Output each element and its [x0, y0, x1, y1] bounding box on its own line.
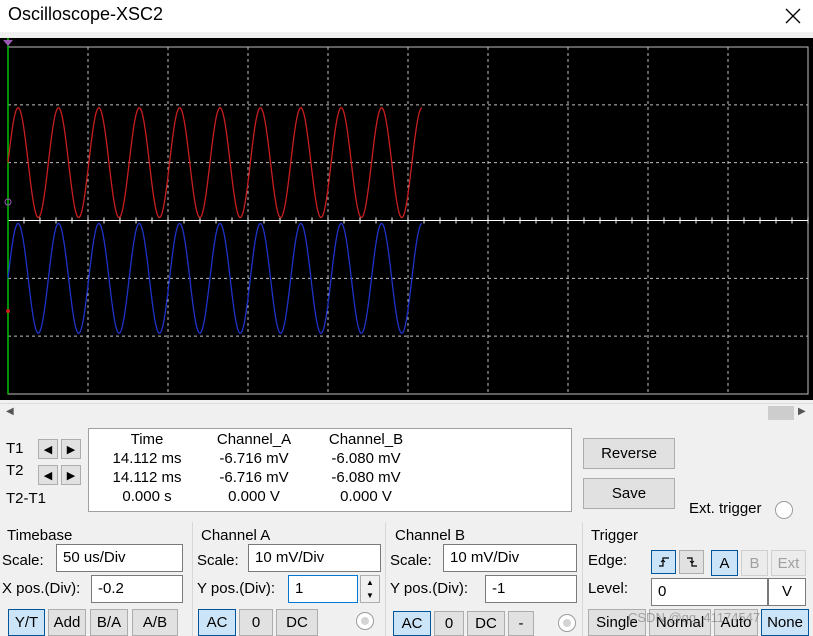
divider: [582, 522, 583, 636]
reverse-button[interactable]: Reverse: [583, 438, 675, 469]
scroll-left-icon[interactable]: ◀: [6, 406, 14, 417]
trigger-level-field[interactable]: 0: [651, 578, 768, 606]
trigger-source-ext-button[interactable]: Ext: [771, 550, 806, 576]
falling-edge-icon: [686, 557, 697, 567]
scroll-right-icon[interactable]: ▶: [798, 406, 806, 417]
channel-b-dc-button[interactable]: DC: [467, 611, 505, 636]
trigger-level-unit[interactable]: V: [768, 578, 806, 606]
spin-up-icon[interactable]: ▲: [361, 576, 379, 589]
mode-ab-button[interactable]: A/B: [132, 609, 178, 636]
falling-edge-button[interactable]: [679, 550, 704, 574]
channel-b-radio[interactable]: [558, 614, 576, 632]
timebase-xpos-field[interactable]: -0.2: [91, 575, 183, 603]
mode-yt-button[interactable]: Y/T: [8, 609, 45, 636]
delta-channel-a: 0.000 V: [228, 488, 280, 505]
channel-b-ypos-field[interactable]: -1: [485, 575, 577, 603]
channel-a-radio[interactable]: [356, 612, 374, 630]
trigger-normal-button[interactable]: Normal: [649, 609, 711, 636]
timebase-scale-label: Scale:: [2, 552, 44, 569]
trigger-source-b-button[interactable]: B: [741, 550, 768, 576]
t2-t1-label: T2-T1: [6, 490, 47, 507]
ext-trigger-label: Ext. trigger: [689, 500, 762, 517]
rising-edge-button[interactable]: [651, 550, 676, 574]
t2-channel-b: -6.080 mV: [331, 469, 401, 486]
rising-edge-icon: [658, 557, 669, 567]
divider: [192, 522, 193, 636]
channel-b-scale-label: Scale:: [390, 552, 432, 569]
channel-a-scale-label: Scale:: [197, 552, 239, 569]
divider: [385, 522, 386, 636]
trigger-none-button[interactable]: None: [761, 609, 809, 636]
t2-label: T2: [6, 462, 24, 479]
trigger-edge-label: Edge:: [588, 552, 628, 569]
channel-a-dc-button[interactable]: DC: [276, 609, 318, 636]
channel-b-marker: [6, 309, 10, 313]
channel-a-ac-button[interactable]: AC: [198, 609, 236, 636]
mode-add-button[interactable]: Add: [48, 609, 86, 636]
measurement-readout: Time Channel_A Channel_B 14.112 ms -6.71…: [88, 428, 572, 512]
channel-b-scale-field[interactable]: 10 mV/Div: [443, 544, 577, 572]
grid: [7, 46, 809, 395]
channel-a-title: Channel A: [201, 527, 271, 544]
t1-time: 14.112 ms: [112, 450, 182, 467]
t1-label: T1: [6, 440, 24, 457]
trigger-auto-button[interactable]: Auto: [714, 609, 758, 636]
t1-right-button[interactable]: ▶: [61, 439, 81, 459]
arrow-right-icon: ▶: [66, 443, 76, 456]
channel-b-title: Channel B: [395, 527, 466, 544]
arrow-right-icon: ▶: [66, 469, 76, 482]
channel-b-zero-button[interactable]: 0: [434, 611, 464, 636]
timebase-xpos-label: X pos.(Div):: [2, 580, 81, 597]
trigger-level-label: Level:: [588, 580, 629, 597]
t2-channel-a: -6.716 mV: [219, 469, 289, 486]
t1-channel-a: -6.716 mV: [219, 450, 289, 467]
t2-right-button[interactable]: ▶: [61, 465, 81, 485]
ext-trigger-radio[interactable]: [775, 501, 793, 519]
delta-time: 0.000 s: [122, 488, 172, 505]
header-channel-b: Channel_B: [328, 431, 404, 448]
title-bar: Oscilloscope-XSC2: [0, 0, 813, 32]
close-button[interactable]: [773, 0, 813, 32]
timebase-title: Timebase: [7, 527, 73, 544]
arrow-left-icon: ◀: [43, 443, 53, 456]
oscilloscope-screen[interactable]: [0, 38, 813, 400]
header-time: Time: [130, 431, 164, 448]
channel-a-ypos-label: Y pos.(Div):: [197, 580, 276, 597]
t2-time: 14.112 ms: [112, 469, 182, 486]
trigger-single-button[interactable]: Single: [588, 609, 646, 636]
channel-a-ypos-spinner[interactable]: ▲ ▼: [360, 575, 380, 603]
horizontal-scrollbar[interactable]: ◀ ▶: [0, 403, 813, 421]
spin-down-icon[interactable]: ▼: [361, 589, 379, 602]
channel-b-invert-button[interactable]: -: [508, 611, 534, 636]
cursor-t1-marker: [3, 40, 13, 46]
mode-ba-button[interactable]: B/A: [90, 609, 128, 636]
channel-b-ac-button[interactable]: AC: [393, 611, 431, 636]
channel-b-ypos-label: Y pos.(Div):: [390, 580, 469, 597]
t1-left-button[interactable]: ◀: [38, 439, 58, 459]
t2-left-button[interactable]: ◀: [38, 465, 58, 485]
delta-channel-b: 0.000 V: [340, 488, 392, 505]
timebase-scale-field[interactable]: 50 us/Div: [56, 544, 183, 572]
trigger-source-a-button[interactable]: A: [711, 550, 738, 576]
arrow-left-icon: ◀: [43, 469, 53, 482]
scroll-thumb[interactable]: [768, 406, 794, 420]
channel-a-ypos-field[interactable]: 1: [288, 575, 358, 603]
t1-channel-b: -6.080 mV: [331, 450, 401, 467]
channel-a-scale-field[interactable]: 10 mV/Div: [248, 544, 381, 572]
scope-display: [3, 38, 809, 395]
channel-a-zero-button[interactable]: 0: [239, 609, 273, 636]
window-title: Oscilloscope-XSC2: [8, 4, 164, 24]
header-channel-a: Channel_A: [216, 431, 292, 448]
save-button[interactable]: Save: [583, 478, 675, 509]
close-icon: [785, 8, 801, 24]
trigger-title: Trigger: [591, 527, 638, 544]
